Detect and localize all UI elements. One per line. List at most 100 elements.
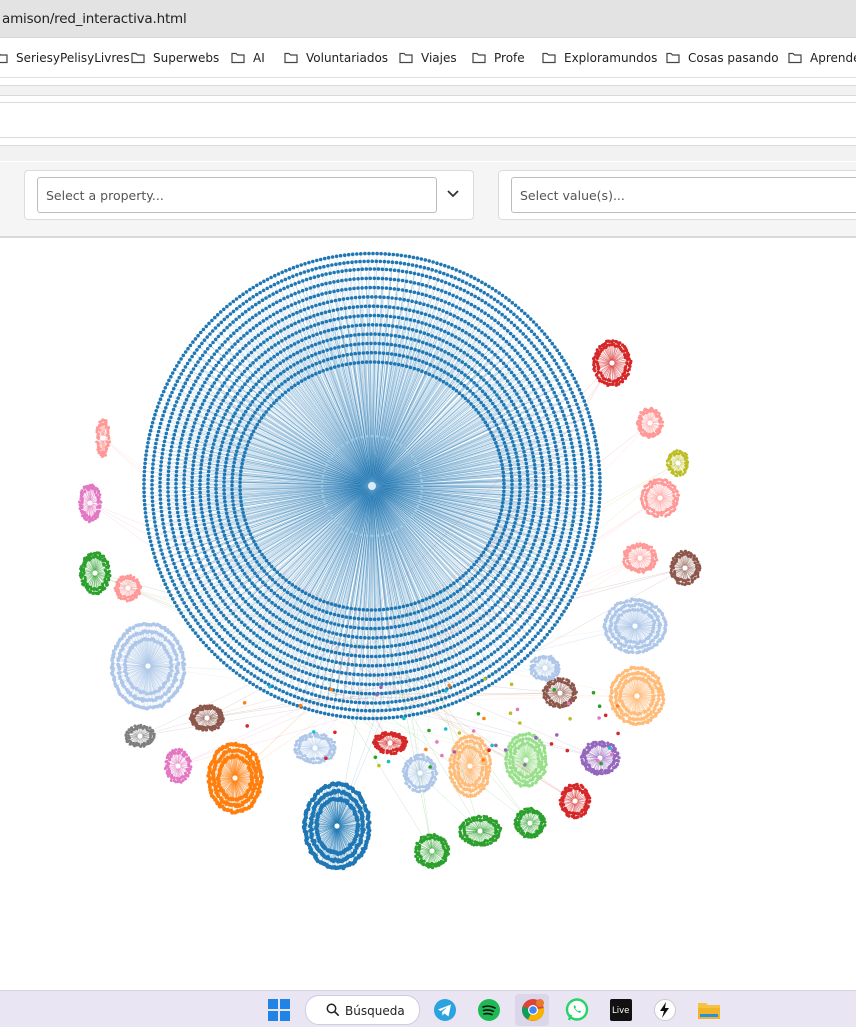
graph-node[interactable] bbox=[167, 461, 171, 465]
graph-node[interactable] bbox=[355, 252, 359, 256]
graph-node[interactable] bbox=[304, 277, 309, 282]
graph-node[interactable] bbox=[218, 658, 223, 662]
graph-node[interactable] bbox=[583, 403, 588, 407]
graph-node[interactable] bbox=[227, 348, 232, 352]
graph-node[interactable] bbox=[409, 346, 414, 351]
graph-node[interactable] bbox=[319, 703, 324, 707]
graph-node[interactable] bbox=[527, 572, 531, 576]
graph-node[interactable] bbox=[572, 572, 577, 576]
graph-node[interactable] bbox=[386, 654, 390, 658]
graph-node[interactable] bbox=[333, 622, 337, 626]
graph-node[interactable] bbox=[466, 686, 470, 691]
graph-node[interactable] bbox=[276, 678, 280, 683]
graph-node[interactable] bbox=[577, 436, 581, 440]
graph-node[interactable] bbox=[185, 417, 190, 422]
graph-node[interactable] bbox=[461, 271, 466, 275]
graph-node[interactable] bbox=[198, 470, 203, 475]
graph-node[interactable] bbox=[234, 614, 238, 619]
graph-node[interactable] bbox=[173, 565, 178, 570]
graph-node[interactable] bbox=[527, 380, 532, 385]
graph-node[interactable] bbox=[218, 596, 223, 600]
graph-node[interactable] bbox=[237, 375, 242, 380]
graph-node[interactable] bbox=[257, 419, 262, 424]
graph-node[interactable] bbox=[192, 602, 196, 606]
graph-node[interactable] bbox=[502, 642, 506, 646]
graph-node[interactable] bbox=[224, 511, 229, 515]
graph-node[interactable] bbox=[342, 325, 347, 329]
graph-node[interactable] bbox=[203, 631, 208, 635]
graph-node[interactable] bbox=[468, 645, 473, 649]
graph-node[interactable] bbox=[320, 292, 324, 296]
graph-node[interactable] bbox=[164, 538, 169, 542]
graph-node[interactable] bbox=[217, 634, 222, 639]
graph-node[interactable] bbox=[214, 643, 219, 647]
graph-node[interactable] bbox=[167, 546, 171, 550]
graph-node[interactable] bbox=[297, 300, 301, 304]
graph-node[interactable] bbox=[201, 327, 206, 332]
graph-node[interactable] bbox=[179, 437, 184, 441]
graph-node[interactable] bbox=[392, 268, 397, 272]
graph-node[interactable] bbox=[548, 545, 552, 549]
graph-node[interactable] bbox=[507, 670, 511, 674]
graph-node[interactable] bbox=[255, 599, 260, 604]
graph-node[interactable] bbox=[474, 348, 478, 352]
graph-node[interactable] bbox=[500, 466, 505, 471]
graph-node[interactable] bbox=[299, 599, 303, 603]
graph-node[interactable] bbox=[478, 616, 483, 621]
property-select[interactable]: Select a property... bbox=[37, 177, 437, 213]
graph-node[interactable] bbox=[188, 577, 192, 582]
graph-node[interactable] bbox=[330, 659, 335, 664]
graph-node[interactable] bbox=[312, 683, 316, 687]
graph-node[interactable] bbox=[170, 371, 175, 375]
graph-node[interactable] bbox=[260, 552, 264, 557]
graph-node[interactable] bbox=[493, 563, 497, 568]
graph-node[interactable] bbox=[568, 531, 573, 536]
graph-node[interactable] bbox=[213, 326, 218, 330]
graph-node[interactable] bbox=[212, 381, 217, 385]
graph-node[interactable] bbox=[448, 615, 453, 620]
graph-node[interactable] bbox=[230, 491, 234, 496]
graph-node[interactable] bbox=[356, 360, 361, 365]
graph-node[interactable] bbox=[175, 461, 180, 466]
graph-node[interactable] bbox=[507, 509, 512, 514]
graph-node[interactable] bbox=[337, 642, 342, 646]
graph-node[interactable] bbox=[328, 271, 332, 276]
graph-node[interactable] bbox=[337, 604, 342, 608]
graph-node[interactable] bbox=[559, 385, 563, 390]
graph-node[interactable] bbox=[483, 576, 488, 580]
graph-node[interactable] bbox=[395, 253, 400, 257]
graph-node[interactable] bbox=[489, 326, 493, 331]
graph-node[interactable] bbox=[413, 338, 417, 342]
graph-node[interactable] bbox=[555, 348, 559, 353]
graph-node[interactable] bbox=[423, 258, 428, 262]
graph-node[interactable] bbox=[227, 619, 231, 624]
graph-node[interactable] bbox=[411, 514, 414, 517]
graph-node[interactable] bbox=[190, 499, 195, 504]
graph-node[interactable] bbox=[296, 370, 301, 375]
graph-node[interactable] bbox=[429, 644, 434, 648]
graph-node[interactable] bbox=[386, 532, 389, 535]
graph-node[interactable] bbox=[423, 710, 428, 714]
graph-node[interactable] bbox=[240, 608, 244, 612]
graph-node[interactable] bbox=[188, 611, 193, 616]
graph-node[interactable] bbox=[246, 561, 250, 566]
graph-node[interactable] bbox=[332, 669, 336, 673]
graph-node[interactable] bbox=[508, 505, 512, 510]
graph-node[interactable] bbox=[181, 429, 186, 433]
graph-node[interactable] bbox=[264, 629, 269, 634]
graph-node[interactable] bbox=[530, 451, 535, 455]
graph-node[interactable] bbox=[334, 262, 338, 267]
graph-node[interactable] bbox=[380, 314, 385, 318]
graph-node[interactable] bbox=[350, 260, 354, 264]
graph-node[interactable] bbox=[216, 427, 221, 431]
graph-node[interactable] bbox=[268, 643, 273, 647]
graph-node[interactable] bbox=[312, 673, 316, 678]
graph-node[interactable] bbox=[550, 355, 554, 359]
graph-node[interactable] bbox=[449, 594, 453, 598]
graph-node[interactable] bbox=[227, 522, 232, 527]
graph-node[interactable] bbox=[594, 525, 599, 529]
graph-node[interactable] bbox=[657, 690, 661, 694]
bookmark-ai[interactable]: AI bbox=[231, 49, 265, 67]
graph-node[interactable] bbox=[408, 365, 413, 370]
graph-node[interactable] bbox=[503, 389, 507, 394]
